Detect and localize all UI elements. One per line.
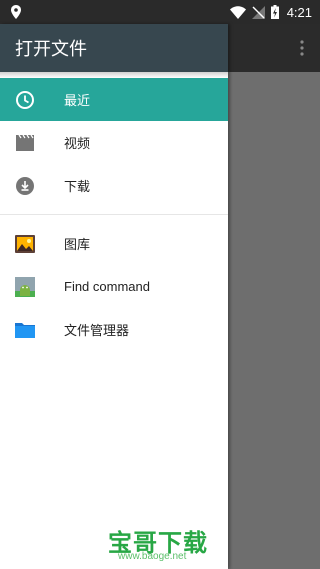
status-bar: 4:21 — [0, 0, 320, 24]
watermark-url: www.baoge.net — [118, 551, 187, 562]
drawer-item-find-command[interactable]: Find command — [0, 265, 228, 308]
drawer-item-label: Find command — [64, 279, 150, 294]
no-signal-icon — [251, 5, 265, 19]
drawer-item-downloads[interactable]: 下载 — [0, 164, 228, 207]
download-icon — [15, 176, 35, 196]
drawer-item-recent[interactable]: 最近 — [0, 78, 228, 121]
gallery-icon — [15, 234, 35, 254]
overflow-menu-icon[interactable] — [300, 40, 304, 56]
drawer-title: 打开文件 — [15, 39, 87, 60]
clock-time: 4:21 — [286, 4, 312, 20]
drawer-item-label: 视频 — [64, 137, 91, 152]
clock-icon — [15, 90, 35, 110]
drawer-item-label: 下载 — [64, 180, 91, 195]
battery-charging-icon — [270, 5, 279, 19]
drawer-header: 打开文件 — [0, 24, 228, 72]
video-icon — [15, 133, 35, 153]
drawer-item-label: 最近 — [64, 94, 91, 109]
location-icon — [11, 5, 21, 19]
drawer-item-label: 文件管理器 — [64, 324, 130, 339]
android-app-icon — [15, 276, 35, 297]
drawer-item-file-manager[interactable]: 文件管理器 — [0, 308, 228, 351]
folder-icon — [15, 320, 35, 340]
drawer-scrim[interactable] — [228, 72, 320, 569]
app-toolbar — [228, 24, 320, 72]
drawer-item-label: 图库 — [64, 238, 91, 253]
navigation-drawer: 打开文件 最近 视频 下载 图库 Find command 文件管理器 — [0, 24, 228, 569]
drawer-item-videos[interactable]: 视频 — [0, 121, 228, 164]
wifi-icon — [229, 5, 246, 19]
drawer-item-gallery[interactable]: 图库 — [0, 222, 228, 265]
